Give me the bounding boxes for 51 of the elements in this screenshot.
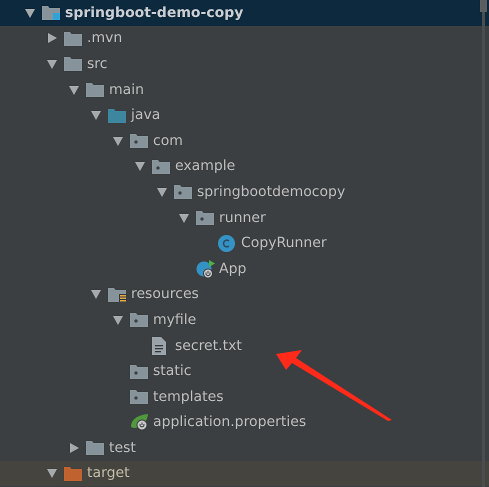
expand-arrow-icon[interactable]	[68, 442, 80, 454]
collapse-arrow-icon[interactable]	[90, 288, 102, 300]
class-icon	[218, 234, 235, 252]
collapse-arrow-icon[interactable]	[156, 186, 168, 198]
collapse-arrow-icon[interactable]	[90, 109, 102, 122]
tree-item-label[interactable]: springbootdemocopy	[196, 184, 346, 200]
expand-arrow-icon[interactable]	[46, 32, 58, 44]
tree-item-label[interactable]: java	[130, 107, 160, 124]
tree-item-label[interactable]: target	[86, 465, 130, 482]
scrollbar-thumb[interactable]	[480, 0, 487, 12]
spring-class-icon	[196, 258, 216, 279]
tree-item-label[interactable]: src	[86, 56, 108, 72]
folder-icon	[42, 5, 60, 20]
folder-icon	[64, 466, 82, 481]
tree-item-label[interactable]: runner	[218, 210, 266, 226]
tree-item-label[interactable]: templates	[152, 388, 224, 405]
tree-item-label[interactable]: App	[218, 260, 246, 277]
package-folder-icon	[130, 389, 148, 404]
package-folder-icon	[130, 312, 148, 328]
tree-item-label[interactable]: main	[108, 82, 144, 98]
tree-item-label[interactable]: .mvn	[86, 30, 122, 46]
tree-item-label[interactable]: CopyRunner	[240, 235, 327, 252]
folder-icon	[86, 440, 104, 456]
tree-item-label[interactable]: resources	[130, 286, 199, 302]
package-folder-icon	[196, 210, 214, 226]
folder-icon	[108, 108, 126, 123]
text-file-icon	[152, 336, 166, 355]
tree-item-label[interactable]: example	[174, 158, 236, 174]
collapse-arrow-icon[interactable]	[112, 134, 124, 147]
collapse-arrow-icon[interactable]	[68, 84, 80, 96]
tree-item-label[interactable]: application.properties	[152, 414, 306, 430]
package-folder-icon	[152, 158, 170, 174]
tree-item-label[interactable]: com	[152, 132, 183, 149]
collapse-arrow-icon[interactable]	[134, 160, 146, 172]
collapse-arrow-icon[interactable]	[112, 314, 124, 326]
folder-icon	[64, 56, 82, 72]
collapse-arrow-icon[interactable]	[24, 6, 36, 19]
package-folder-icon	[174, 184, 192, 200]
collapse-arrow-icon[interactable]	[178, 212, 190, 224]
collapse-arrow-icon[interactable]	[46, 58, 58, 70]
tree-item-label[interactable]: test	[108, 440, 136, 456]
folder-icon	[86, 82, 104, 98]
tree-item-label[interactable]: secret.txt	[174, 338, 242, 354]
spring-leaf-icon	[130, 413, 150, 432]
tree-item-label[interactable]: myfile	[152, 312, 196, 328]
package-folder-icon	[130, 364, 148, 379]
tree-item-label[interactable]: static	[152, 363, 192, 380]
folder-icon	[108, 286, 126, 302]
folder-icon	[64, 30, 82, 46]
collapse-arrow-icon[interactable]	[46, 467, 58, 480]
package-folder-icon	[130, 133, 148, 148]
